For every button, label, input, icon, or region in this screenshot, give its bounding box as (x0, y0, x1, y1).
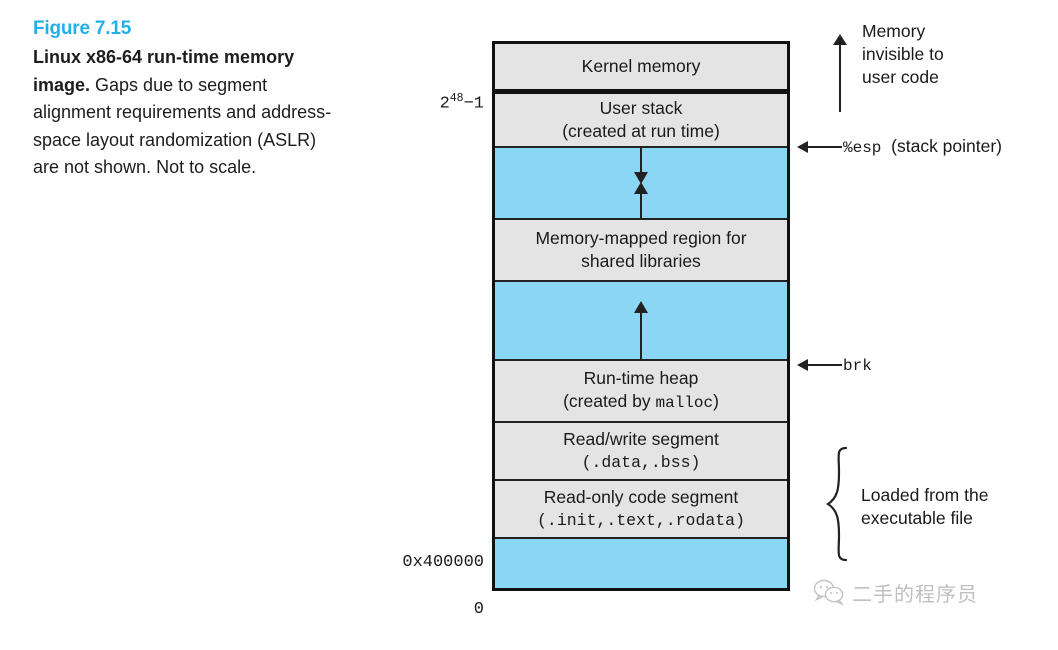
loaded-from-executable-note: Loaded from the executable file (861, 484, 988, 530)
loaded-line2: executable file (861, 508, 973, 528)
kernel-note-line2: invisible to (862, 44, 944, 64)
watermark: 二手的程序员 (813, 578, 978, 607)
esp-register-label: %esp (843, 139, 882, 157)
wechat-icon (813, 579, 844, 606)
heap-sublabel-mono: malloc (655, 394, 714, 412)
loaded-line1: Loaded from the (861, 485, 989, 505)
memory-image-diagram: Kernel memory User stack (created at run… (492, 41, 790, 591)
block-kernel-memory: Kernel memory (495, 44, 787, 94)
esp-annotation: %esp (stack pointer) (843, 135, 1002, 160)
brk-register-label: brk (843, 357, 872, 375)
block-run-time-heap-sublabel: (created by malloc) (563, 390, 719, 415)
block-read-only-segment: Read-only code segment (.init,.text,.rod… (495, 481, 787, 539)
block-heap-gap (495, 282, 787, 361)
esp-description-label: (stack pointer) (891, 136, 1003, 156)
kernel-note-line3: user code (862, 67, 939, 87)
figure-caption: Figure 7.15 Linux x86-64 run-time memory… (33, 16, 333, 182)
heap-sublabel-post: ) (713, 391, 719, 411)
address-label-zero: 0 (473, 600, 484, 619)
address-suffix: −1 (463, 94, 484, 114)
address-label-code-start: 0x400000 (402, 553, 484, 572)
block-memory-mapped-label: Memory-mapped region for (535, 228, 747, 248)
watermark-text: 二手的程序员 (852, 584, 978, 606)
block-user-stack-sublabel: (created at run time) (562, 121, 720, 141)
loaded-from-executable-brace (826, 446, 852, 562)
block-user-stack-label: User stack (599, 98, 683, 118)
block-memory-mapped-region: Memory-mapped region for shared librarie… (495, 220, 787, 282)
block-run-time-heap-label: Run-time heap (583, 368, 699, 388)
block-memory-mapped-sublabel: shared libraries (581, 251, 701, 271)
figure-number: Figure 7.15 (33, 18, 132, 39)
block-stack-gap (495, 148, 787, 220)
block-read-only-sublabel: (.init,.text,.rodata) (537, 511, 745, 530)
block-read-write-segment: Read/write segment (.data,.bss) (495, 423, 787, 481)
kernel-note-line1: Memory (862, 21, 926, 41)
kernel-region-up-arrow (833, 34, 847, 112)
block-read-write-label: Read/write segment (563, 429, 719, 449)
heap-sublabel-pre: (created by (563, 391, 656, 411)
block-read-only-label: Read-only code segment (543, 487, 739, 507)
kernel-invisible-note: Memory invisible to user code (862, 20, 944, 89)
block-run-time-heap: Run-time heap (created by malloc) (495, 361, 787, 423)
brk-pointer-arrow (797, 359, 842, 371)
block-kernel-memory-label: Kernel memory (581, 56, 701, 76)
figure-page: Figure 7.15 Linux x86-64 run-time memory… (0, 0, 1058, 650)
block-user-stack: User stack (created at run time) (495, 94, 787, 148)
curly-brace-icon (826, 446, 848, 562)
address-exponent: 48 (449, 92, 464, 105)
figure-caption-text: Linux x86-64 run-time memory image. Gaps… (33, 44, 333, 182)
block-read-write-sublabel: (.data,.bss) (581, 453, 701, 472)
block-low-reserved (495, 539, 787, 588)
brk-annotation: brk (843, 353, 872, 378)
esp-pointer-arrow (797, 141, 842, 153)
address-label-top: 248−1 (439, 92, 484, 114)
